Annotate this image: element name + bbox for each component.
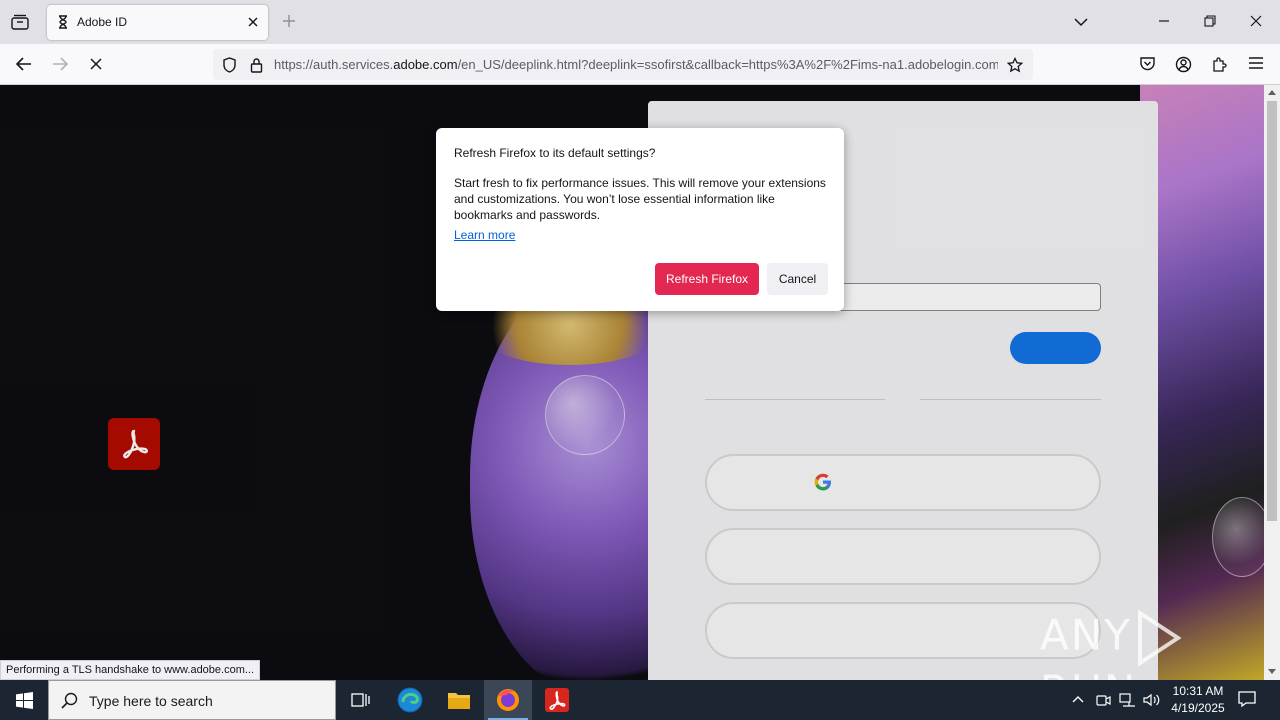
clock-date: 4/19/2025 [1171,701,1225,715]
url-text[interactable]: https://auth.services.adobe.com/en_US/de… [274,57,998,72]
url-prefix: https://auth.services. [274,57,394,72]
url-path: /en_US/deeplink.html?deeplink=ssofirst&c… [457,57,998,72]
refresh-firefox-dialog: Refresh Firefox to its default settings?… [436,128,844,311]
refresh-firefox-button[interactable]: Refresh Firefox [655,263,759,295]
windows-start-icon[interactable] [0,680,48,720]
play-icon [1137,610,1182,666]
loading-hourglass-icon [56,15,70,34]
new-tab-icon[interactable] [282,14,296,33]
pocket-icon[interactable] [1139,56,1156,77]
acrobat-taskbar-icon[interactable] [533,680,581,720]
scrollbar-thumb[interactable] [1267,101,1277,521]
dialog-description: Start fresh to fix performance issues. T… [454,176,826,222]
taskbar-search-input[interactable]: Type here to search [48,680,336,720]
watermark-left: ANY [1040,610,1132,660]
meet-now-icon[interactable] [1095,692,1111,713]
learn-more-link[interactable]: Learn more [454,228,515,242]
bookmark-star-icon[interactable] [1006,56,1024,78]
cancel-button[interactable]: Cancel [767,263,828,295]
back-arrow-icon[interactable] [15,56,33,77]
firefox-icon[interactable] [484,680,532,720]
status-text: Performing a TLS handshake to www.adobe.… [0,660,261,680]
navigation-toolbar: https://auth.services.adobe.com/en_US/de… [0,44,1280,85]
task-view-icon[interactable] [336,680,384,720]
tab-list-icon[interactable] [8,11,32,33]
tab-title: Adobe ID [77,15,128,29]
search-icon [61,692,78,714]
forward-arrow-icon[interactable] [51,56,69,77]
tab-bar: Adobe ID [0,0,1280,44]
account-icon[interactable] [1175,56,1192,78]
restore-icon[interactable] [1204,14,1216,32]
dialog-title: Refresh Firefox to its default settings? [454,146,656,160]
file-explorer-icon[interactable] [435,680,483,720]
url-domain: adobe.com [393,57,458,72]
volume-icon[interactable] [1142,692,1160,713]
scroll-up-icon[interactable] [1268,89,1276,95]
system-clock[interactable]: 10:31 AM 4/19/2025 [1160,683,1236,717]
network-icon[interactable] [1119,692,1135,713]
close-window-icon[interactable] [1250,14,1262,32]
minimize-icon[interactable] [1158,14,1170,32]
lock-icon[interactable] [250,57,263,78]
extensions-icon[interactable] [1211,56,1228,78]
shield-icon[interactable] [222,57,237,78]
taskbar: Type here to search 10:31 AM 4/19/2025 [0,680,1280,720]
edge-icon[interactable] [386,680,434,720]
hamburger-menu-icon[interactable] [1248,56,1264,75]
chevron-down-icon[interactable] [1073,15,1089,33]
address-bar[interactable]: https://auth.services.adobe.com/en_US/de… [213,49,1033,80]
stop-loading-icon[interactable] [88,56,104,77]
close-tab-icon[interactable] [247,15,259,33]
show-hidden-icons-chevron-icon[interactable] [1071,692,1085,711]
search-placeholder: Type here to search [89,693,213,709]
clock-time: 10:31 AM [1172,684,1224,698]
tab-adobe-id[interactable]: Adobe ID [47,5,268,40]
page-scrollbar[interactable] [1264,85,1280,680]
notification-center-icon[interactable] [1238,690,1256,713]
